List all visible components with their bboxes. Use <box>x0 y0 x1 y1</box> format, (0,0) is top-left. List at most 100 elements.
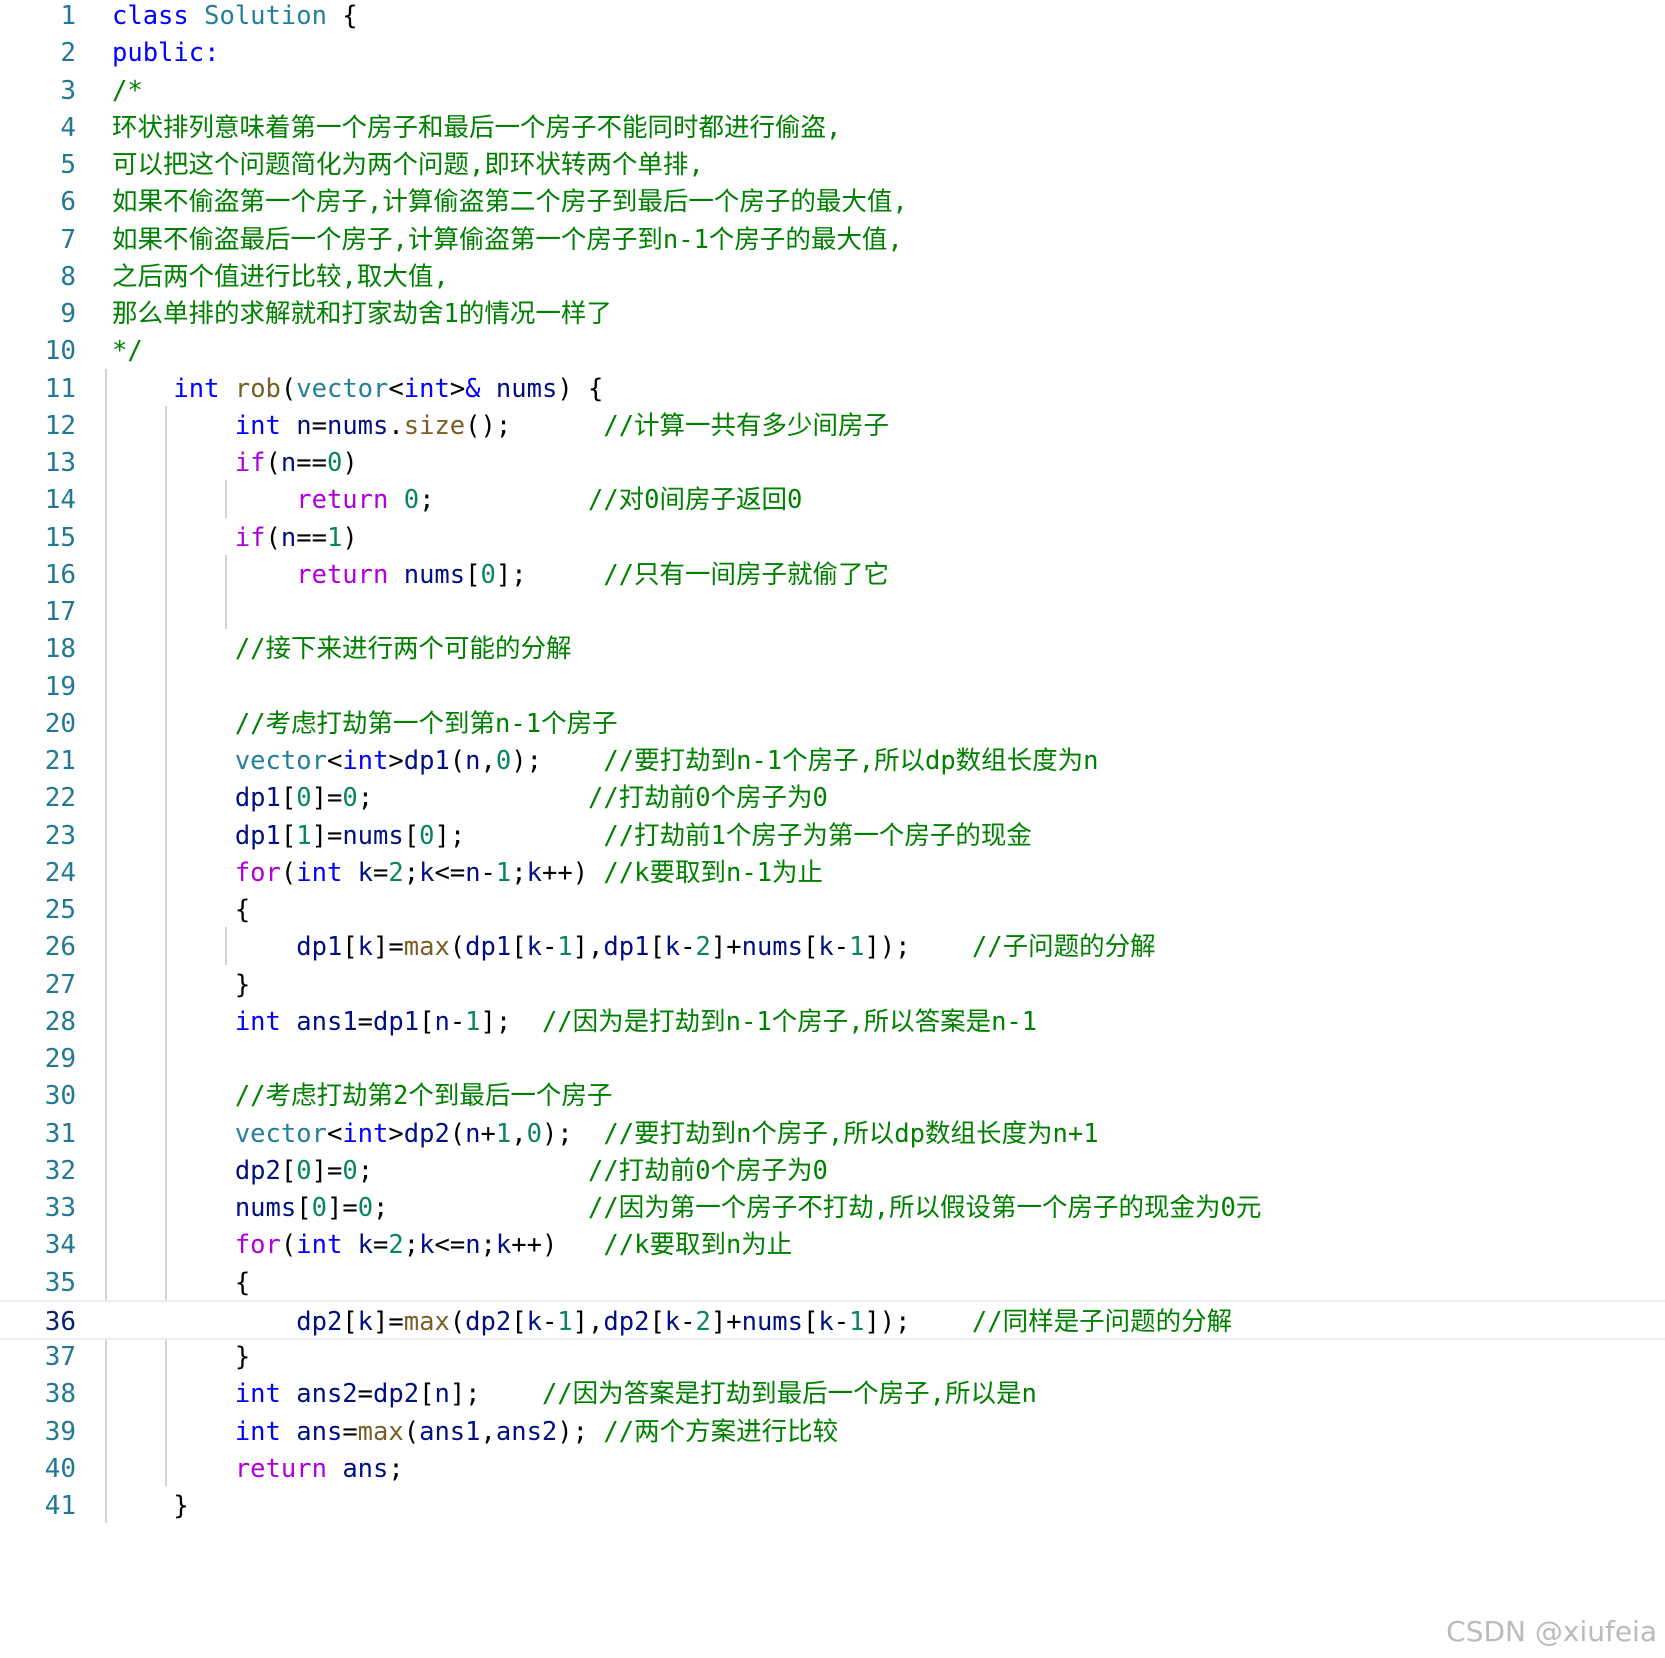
code-line-4[interactable]: 4 环状排列意味着第一个房子和最后一个房子不能同时都进行偷盗, <box>0 108 1665 148</box>
code-token: vector <box>296 373 389 404</box>
code-line-33[interactable]: 33 nums[0]=0; //因为第一个房子不打劫,所以假设第一个房子的现金为… <box>0 1188 1665 1228</box>
code-token: 0 <box>526 1118 542 1149</box>
code-token: ) <box>342 522 358 553</box>
line-number: 12 <box>44 410 76 441</box>
code-text: int ans=max(ans1,ans2); //两个方案进行比较 <box>112 1412 838 1452</box>
code-text: return ans; <box>112 1449 404 1489</box>
code-token: [ <box>419 1379 435 1410</box>
line-number: 39 <box>44 1416 76 1447</box>
code-line-10[interactable]: 10 */ <box>0 331 1665 371</box>
code-line-17[interactable]: 17 <box>0 592 1665 632</box>
code-line-39[interactable]: 39 int ans=max(ans1,ans2); //两个方案进行比较 <box>0 1412 1665 1452</box>
code-token: ++) <box>511 1230 604 1261</box>
code-token: ]= <box>326 1193 358 1223</box>
code-line-19[interactable]: 19 <box>0 667 1665 707</box>
code-line-38[interactable]: 38 int ans2=dp2[n]; //因为答案是打劫到最后一个房子,所以是… <box>0 1374 1665 1414</box>
code-token: ]); <box>864 932 972 963</box>
code-token: 1 <box>296 820 312 851</box>
code-line-34[interactable]: 34 for(int k=2;k<=n;k++) //k要取到n为止 <box>0 1225 1665 1265</box>
code-line-1[interactable]: 1 class Solution { <box>0 0 1665 36</box>
code-line-29[interactable]: 29 <box>0 1039 1665 1079</box>
line-number: 4 <box>60 112 76 143</box>
code-token: vector <box>234 746 327 776</box>
code-line-26[interactable]: 26 dp1[k]=max(dp1[k-1],dp1[k-2]+nums[k-1… <box>0 927 1665 967</box>
code-line-37[interactable]: 37 } <box>0 1337 1665 1377</box>
code-token: dp2 <box>465 1306 512 1337</box>
code-line-20[interactable]: 20 //考虑打劫第一个到第n-1个房子 <box>0 704 1665 744</box>
code-token: <= <box>434 857 466 888</box>
code-line-32[interactable]: 32 dp2[0]=0; //打劫前0个房子为0 <box>0 1151 1665 1191</box>
code-line-31[interactable]: 31 vector<int>dp2(n+1,0); //要打劫到n个房子,所以d… <box>0 1114 1665 1154</box>
code-token: /* <box>112 75 143 106</box>
code-line-3[interactable]: 3 /* <box>0 71 1665 111</box>
code-text: { <box>112 1263 250 1303</box>
code-line-6[interactable]: 6 如果不偷盗第一个房子,计算偷盗第二个房子到最后一个房子的最大值, <box>0 182 1665 222</box>
code-token: ) <box>342 448 358 478</box>
code-editor[interactable]: 1 class Solution {2 public: 3/* 4 环状排列意味着第一个房… <box>0 0 1665 1658</box>
code-line-30[interactable]: 30 //考虑打劫第2个到最后一个房子 <box>0 1076 1665 1116</box>
code-token: k <box>818 932 834 963</box>
code-token: n <box>465 1118 481 1149</box>
code-line-35[interactable]: 35 { <box>0 1263 1665 1303</box>
code-line-2[interactable]: 2 public: <box>0 33 1665 73</box>
code-token: 之后两个值进行比较,取大值, <box>112 261 449 292</box>
code-line-28[interactable]: 28 int ans1=dp1[n-1]; //因为是打劫到n-1个房子,所以答… <box>0 1002 1665 1042</box>
code-token: //计算一共有多少间房子 <box>603 410 890 441</box>
code-token: ; <box>403 1230 420 1261</box>
code-line-11[interactable]: 11 int rob(vector<int>& nums) { <box>0 369 1665 409</box>
code-line-25[interactable]: 25 { <box>0 890 1665 930</box>
code-token: - <box>680 932 696 963</box>
code-text: dp2[0]=0; //打劫前0个房子为0 <box>112 1151 828 1191</box>
code-token: 1 <box>849 1306 865 1337</box>
code-line-27[interactable]: 27 } <box>0 965 1665 1005</box>
code-line-9[interactable]: 9 那么单排的求解就和打家劫舍1的情况一样了 <box>0 294 1665 334</box>
code-text: 如果不偷盗第一个房子,计算偷盗第二个房子到最后一个房子的最大值, <box>112 182 908 222</box>
code-line-8[interactable]: 8 之后两个值进行比较,取大值, <box>0 257 1665 297</box>
line-number: 8 <box>60 261 76 292</box>
code-line-23[interactable]: 23 dp1[1]=nums[0]; //打劫前1个房子为第一个房子的现金 <box>0 816 1665 856</box>
code-token: ; <box>403 857 420 888</box>
code-token: ans2 <box>495 1416 558 1447</box>
code-token: for <box>234 857 281 888</box>
code-line-36[interactable]: 36 dp2[k]=max(dp2[k-1],dp2[k-2]+nums[k-1… <box>0 1299 1665 1340</box>
code-line-7[interactable]: 7 如果不偷盗最后一个房子,计算偷盗第一个房子到n-1个房子的最大值, <box>0 220 1665 260</box>
code-token: k <box>526 857 542 888</box>
code-line-15[interactable]: 15 if(n==1) <box>0 518 1665 558</box>
code-token: [ <box>419 1006 435 1037</box>
code-line-24[interactable]: 24 for(int k=2;k<=n-1;k++) //k要取到n-1为止 <box>0 853 1665 893</box>
code-token: //要打劫到n-1个房子,所以dp数组长度为n <box>603 746 1099 776</box>
code-token: 1 <box>557 1306 573 1337</box>
code-token: ; <box>357 1155 588 1186</box>
code-line-12[interactable]: 12 int n=nums.size(); //计算一共有多少间房子 <box>0 406 1665 446</box>
line-number: 26 <box>44 932 76 963</box>
code-line-13[interactable]: 13 if(n==0) <box>0 443 1665 483</box>
code-token: ; <box>373 1193 588 1223</box>
code-token: [ <box>511 932 527 963</box>
code-line-41[interactable]: 41 } <box>0 1486 1665 1526</box>
code-line-21[interactable]: 21 vector<int>dp1(n,0); //要打劫到n-1个房子,所以d… <box>0 741 1665 781</box>
code-token: //同样是子问题的分解 <box>971 1306 1233 1337</box>
code-line-5[interactable]: 5 可以把这个问题简化为两个问题,即环状转两个单排, <box>0 145 1665 185</box>
line-number: 34 <box>44 1230 76 1261</box>
code-line-14[interactable]: 14 return 0; //对0间房子返回0 <box>0 480 1665 520</box>
code-line-40[interactable]: 40 return ans; <box>0 1449 1665 1489</box>
code-token: vector <box>234 1118 327 1149</box>
code-line-16[interactable]: 16 return nums[0]; //只有一间房子就偷了它 <box>0 555 1665 595</box>
code-token: dp1 <box>234 820 281 851</box>
code-token: 1 <box>495 857 512 888</box>
code-token: class <box>112 1 189 31</box>
code-token: - <box>541 1306 558 1337</box>
line-number: 33 <box>44 1193 76 1223</box>
code-token: ]= <box>311 783 343 814</box>
code-token: ( <box>403 1416 420 1447</box>
code-token: ]; <box>480 1006 542 1037</box>
code-line-22[interactable]: 22 dp1[0]=0; //打劫前0个房子为0 <box>0 778 1665 818</box>
code-line-18[interactable]: 18 //接下来进行两个可能的分解 <box>0 629 1665 669</box>
